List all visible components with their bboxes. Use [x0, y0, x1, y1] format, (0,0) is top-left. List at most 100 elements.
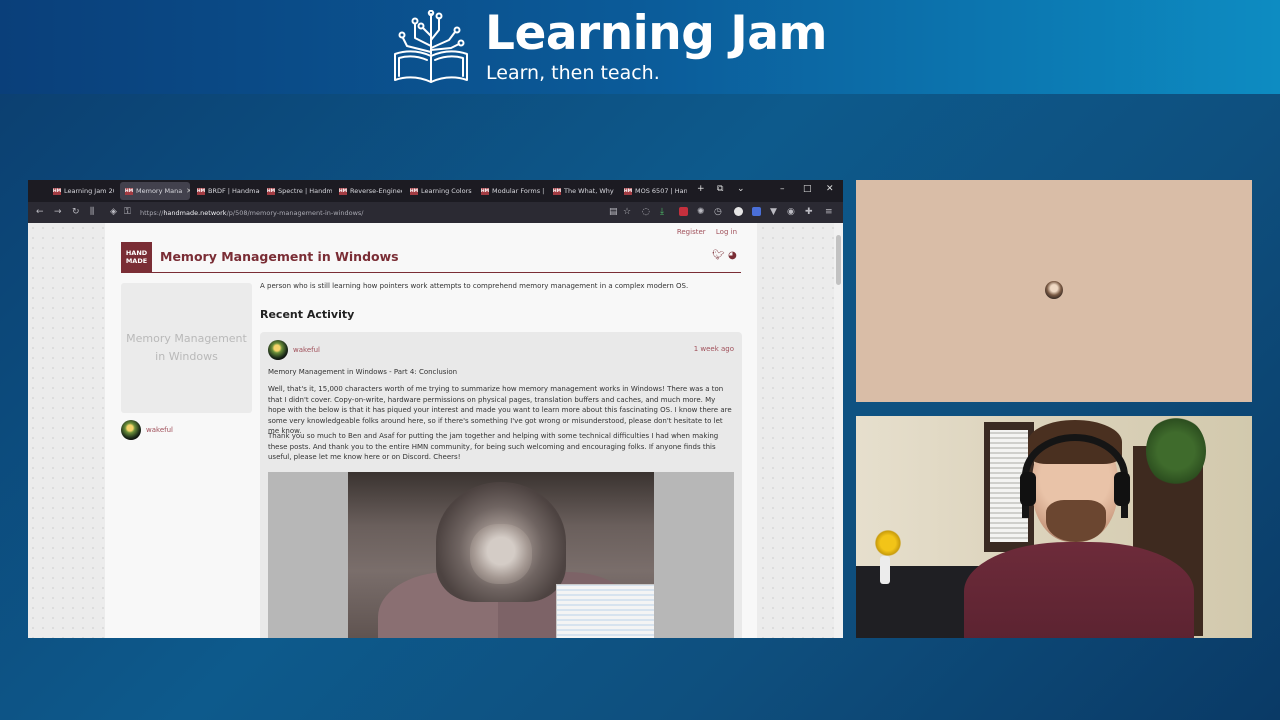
- url-scheme: https://: [140, 208, 164, 217]
- bookmark-star-icon[interactable]: ☆: [623, 207, 631, 217]
- tab-label: Memory Mana: [136, 187, 183, 195]
- book-circuit-logo-icon: [394, 10, 468, 83]
- banner-title: Learning Jam: [485, 6, 827, 61]
- post-paragraph-1: Well, that's it, 15,000 characters worth…: [268, 385, 732, 435]
- embedded-screenshot: [556, 584, 654, 638]
- handmade-favicon-icon: HM: [52, 187, 62, 195]
- tab-mos-6507[interactable]: HM MOS 6507 | Handm: [619, 182, 687, 200]
- tab-modular-forms[interactable]: HM Modular Forms |: [476, 182, 544, 200]
- handmade-favicon-icon: HM: [409, 187, 419, 195]
- post-paragraph-2: Thank you so much to Ben and Asaf for pu…: [268, 432, 719, 461]
- participant-tile: [856, 180, 1252, 402]
- project-owner[interactable]: wakeful: [121, 420, 173, 440]
- menu-hamburger-icon[interactable]: ≡: [825, 207, 833, 217]
- tab-label: MOS 6507 | Handm: [635, 187, 687, 195]
- banner-subtitle: Learn, then teach.: [486, 62, 660, 84]
- post-image[interactable]: [268, 472, 734, 638]
- lock-icon[interactable]: ⚿: [124, 207, 131, 217]
- project-title[interactable]: Memory Management in Windows: [160, 249, 399, 264]
- forward-arrow-icon[interactable]: →: [54, 207, 62, 217]
- tab-reverse-engineering[interactable]: HM Reverse-Engineering: [334, 182, 402, 200]
- account-icon[interactable]: ◉: [787, 207, 795, 217]
- project-page: Register Log in HAND MADE Memory Managem…: [105, 223, 757, 638]
- logo-line-2: MADE: [125, 256, 148, 265]
- twitter-bird-icon[interactable]: 🐦︎: [712, 250, 725, 261]
- scrollbar-thumb[interactable]: [836, 235, 841, 285]
- handmade-favicon-icon: HM: [196, 187, 206, 195]
- recent-activity-heading: Recent Activity: [260, 308, 355, 321]
- owner-avatar: [121, 420, 141, 440]
- minimize-icon[interactable]: –: [780, 184, 785, 194]
- post-timestamp[interactable]: 1 week ago: [694, 345, 734, 353]
- navigation-toolbar: ← → ↻ ⫼ ◈ ⚿ https://handmade.network/p/5…: [28, 202, 843, 223]
- presenter-body: [964, 542, 1194, 638]
- close-window-icon[interactable]: ✕: [826, 184, 834, 194]
- post-author[interactable]: wakeful: [268, 340, 320, 360]
- tab-label: Reverse-Engineering: [350, 187, 402, 195]
- owner-name: wakeful: [146, 426, 173, 434]
- handmade-favicon-icon: HM: [623, 187, 633, 195]
- participant-avatar: [1045, 281, 1063, 299]
- url-host: handmade.network: [163, 208, 227, 217]
- handmade-favicon-icon: HM: [124, 187, 134, 195]
- post-author-avatar: [268, 340, 288, 360]
- activity-post: wakeful 1 week ago Memory Management in …: [260, 332, 742, 638]
- tab-spectre[interactable]: HM Spectre | Handmade: [262, 182, 332, 200]
- handmade-favicon-icon: HM: [338, 187, 348, 195]
- tab-label: Learning Colors |: [421, 187, 473, 195]
- post-author-name: wakeful: [293, 346, 320, 354]
- tab-manager-icon[interactable]: ⧉: [717, 184, 723, 194]
- discord-icon[interactable]: ◕: [728, 250, 737, 261]
- extensions-puzzle-icon[interactable]: ✚: [805, 207, 813, 217]
- handmade-logo[interactable]: HAND MADE: [121, 242, 152, 273]
- register-link[interactable]: Register: [677, 228, 706, 236]
- maximize-icon[interactable]: □: [803, 184, 812, 194]
- reload-icon[interactable]: ↻: [72, 207, 80, 217]
- browser-window: HM Learning Jam 2024 HM Memory Mana ✕ HM…: [28, 180, 843, 638]
- library-icon[interactable]: ⫼: [90, 207, 94, 217]
- handmade-favicon-icon: HM: [266, 187, 276, 195]
- project-description: A person who is still learning how point…: [260, 282, 689, 290]
- plant: [1146, 416, 1206, 486]
- shield-icon[interactable]: ◈: [110, 207, 117, 217]
- url-path: /p/508/memory-management-in-windows/: [226, 208, 364, 217]
- tab-learning-jam[interactable]: HM Learning Jam 2024: [48, 182, 114, 200]
- handmade-favicon-icon: HM: [480, 187, 490, 195]
- hooded-figure-painting: [348, 472, 654, 638]
- extension-gear-icon[interactable]: ✺: [697, 207, 705, 217]
- handmade-favicon-icon: HM: [552, 187, 562, 195]
- auth-links: Register Log in: [669, 228, 737, 236]
- tab-label: Modular Forms |: [492, 187, 544, 195]
- url-bar[interactable]: https://handmade.network/p/508/memory-ma…: [140, 205, 645, 220]
- list-tabs-chevron-down-icon[interactable]: ⌄: [737, 184, 745, 194]
- tab-label: BRDF | Handmade: [208, 187, 260, 195]
- tab-label: Learning Jam 2024: [64, 187, 114, 195]
- extension-v-icon[interactable]: ▼: [770, 207, 777, 217]
- post-title: Memory Management in Windows - Part 4: C…: [268, 368, 458, 376]
- tab-memory-management[interactable]: HM Memory Mana ✕: [120, 182, 190, 200]
- extension-blue-icon[interactable]: [752, 207, 761, 216]
- pocket-icon[interactable]: ◌: [642, 207, 650, 217]
- extension-red-icon[interactable]: [679, 207, 688, 216]
- reader-view-icon[interactable]: ▤: [609, 207, 618, 217]
- tab-learning-colors[interactable]: HM Learning Colors |: [405, 182, 473, 200]
- tab-label: Spectre | Handmade: [278, 187, 332, 195]
- learning-jam-banner: Learning Jam Learn, then teach.: [0, 0, 1280, 94]
- tab-label: The What, Why an: [564, 187, 616, 195]
- yellow-flowers: [872, 528, 904, 558]
- page-viewport: Register Log in HAND MADE Memory Managem…: [28, 223, 843, 638]
- tab-what-why[interactable]: HM The What, Why an: [548, 182, 616, 200]
- tab-bar: HM Learning Jam 2024 HM Memory Mana ✕ HM…: [28, 180, 843, 202]
- history-clock-icon[interactable]: ◷: [714, 207, 722, 217]
- tab-brdf[interactable]: HM BRDF | Handmade: [192, 182, 260, 200]
- webcam-feed: [856, 416, 1252, 638]
- extension-circle-icon[interactable]: [734, 207, 743, 216]
- download-icon[interactable]: ⤓: [660, 207, 664, 217]
- back-arrow-icon[interactable]: ←: [36, 207, 44, 217]
- login-link[interactable]: Log in: [716, 228, 737, 236]
- page-scrollbar[interactable]: [834, 223, 843, 638]
- new-tab-plus-icon[interactable]: +: [697, 184, 705, 194]
- headphones: [1022, 434, 1128, 518]
- tab-close-icon[interactable]: ✕: [186, 187, 190, 195]
- project-card-image: Memory Management in Windows: [121, 283, 252, 413]
